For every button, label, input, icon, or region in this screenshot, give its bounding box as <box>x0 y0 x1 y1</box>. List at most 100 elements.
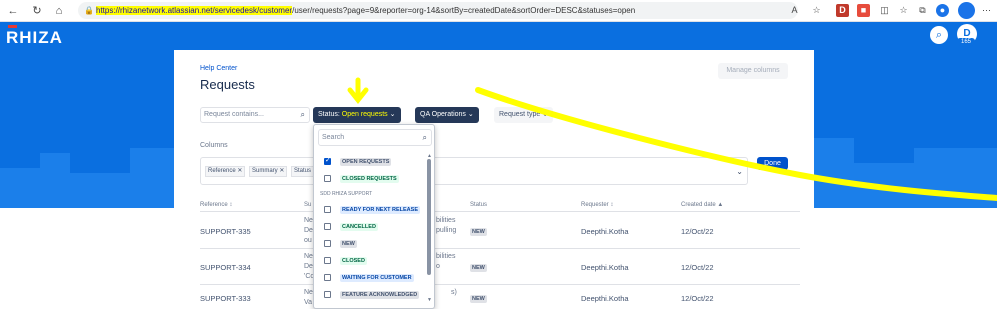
columns-label: Columns <box>200 142 228 149</box>
column-header-created[interactable]: Created date ▲ <box>681 202 723 208</box>
chevron-down-icon[interactable]: ⌄ <box>736 167 743 176</box>
search-icon: ⌕ <box>422 133 427 142</box>
request-search-input[interactable]: Request contains... ⌕ <box>200 107 310 123</box>
status-option[interactable]: OPEN REQUESTS <box>322 156 430 168</box>
page-title: Requests <box>200 77 255 92</box>
row-created: 12/Oct/22 <box>681 227 714 236</box>
banner-skyline <box>70 173 130 208</box>
favorites-icon[interactable]: ☆ <box>897 4 910 17</box>
home-icon[interactable]: ⌂ <box>52 4 66 18</box>
chevron-down-icon: ⌄ <box>542 111 549 118</box>
address-bar[interactable]: 🔒 https://rhizanetwork.atlassian.net/ser… <box>78 2 798 19</box>
column-tag[interactable]: Summary ✕ <box>249 166 288 177</box>
search-icon[interactable]: ⌕ <box>930 26 948 44</box>
extension-d-icon[interactable]: D <box>836 4 849 17</box>
requests-card: Help Center Requests Manage columns Requ… <box>174 50 814 309</box>
row-reference[interactable]: SUPPORT-334 <box>200 263 251 272</box>
row-summary-tail: bilities o <box>436 253 456 270</box>
more-menu-icon[interactable]: ⋯ <box>980 4 993 17</box>
row-requester: Deepthi.Kotha <box>581 227 629 236</box>
status-option[interactable]: WAITING FOR CUSTOMER <box>322 272 430 284</box>
chevron-down-icon: ⌄ <box>467 111 474 118</box>
back-icon[interactable]: ← <box>6 4 20 18</box>
column-tag[interactable]: Reference ✕ <box>205 166 246 177</box>
status-lozenge: FEATURE ACKNOWLEDGED <box>340 291 420 299</box>
checkbox[interactable] <box>324 206 331 213</box>
status-lozenge: OPEN REQUESTS <box>340 158 392 166</box>
status-dropdown: Search ⌕ SDD RHIZA SUPPORT ▲ ▼ OPEN REQU… <box>313 124 435 309</box>
favorite-star-icon[interactable]: ☆ <box>810 4 823 17</box>
status-search-input[interactable]: Search ⌕ <box>318 129 432 146</box>
status-badge: NEW <box>470 264 487 272</box>
status-badge: NEW <box>470 228 487 236</box>
status-lozenge: CLOSED <box>340 257 367 265</box>
checkbox[interactable] <box>324 156 331 165</box>
qa-operations-button[interactable]: QA Operations ⌄ <box>415 107 479 123</box>
status-option[interactable]: CLOSED REQUESTS <box>322 173 430 185</box>
status-option[interactable]: READY FOR NEXT RELEASE <box>322 204 430 216</box>
column-tag[interactable]: Status <box>291 166 315 177</box>
table-divider <box>200 284 800 285</box>
column-header-summary[interactable]: Su <box>304 202 311 208</box>
checkbox[interactable] <box>324 257 331 264</box>
status-lozenge: WAITING FOR CUSTOMER <box>340 274 414 282</box>
checkbox[interactable] <box>324 291 331 298</box>
row-requester: Deepthi.Kotha <box>581 294 629 303</box>
done-button[interactable]: Done <box>757 157 788 170</box>
group-label: SDD RHIZA SUPPORT <box>320 191 373 197</box>
checkbox[interactable] <box>324 240 331 247</box>
status-option[interactable]: CLOSED <box>322 255 430 267</box>
browser-avatar[interactable] <box>958 2 975 19</box>
row-summary[interactable]: Ne De ou <box>304 216 313 246</box>
table-divider <box>200 248 800 249</box>
banner-skyline <box>854 163 914 208</box>
notification-count: 165 <box>957 38 975 46</box>
columns-select[interactable]: Reference ✕ Summary ✕ Status ⌄ <box>200 157 748 185</box>
reload-icon[interactable]: ↻ <box>30 4 44 18</box>
column-header-requester[interactable]: Requester ↕ <box>581 202 613 208</box>
status-badge: NEW <box>470 295 487 303</box>
manage-columns-button[interactable]: Manage columns <box>718 63 788 79</box>
breadcrumb-help-center[interactable]: Help Center <box>200 65 237 72</box>
url-highlighted: https://rhizanetwork.atlassian.net/servi… <box>96 6 293 15</box>
row-summary-tail: s) <box>451 289 457 296</box>
row-created: 12/Oct/22 <box>681 263 714 272</box>
profile-sync-icon[interactable]: ● <box>936 4 949 17</box>
banner-skyline <box>914 148 997 208</box>
row-reference[interactable]: SUPPORT-333 <box>200 294 251 303</box>
request-type-button[interactable]: Request type ⌄ <box>494 107 554 123</box>
banner-skyline <box>0 168 40 208</box>
status-option[interactable]: CANCELLED <box>322 221 430 233</box>
split-screen-icon[interactable]: ◫ <box>878 4 891 17</box>
checkbox[interactable] <box>324 175 331 182</box>
chevron-down-icon: ⌄ <box>389 111 396 118</box>
row-reference[interactable]: SUPPORT-335 <box>200 227 251 236</box>
collections-icon[interactable]: ⧉ <box>916 4 929 17</box>
banner-skyline <box>814 138 854 208</box>
checkbox[interactable] <box>324 223 331 230</box>
search-icon: ⌕ <box>300 110 305 119</box>
status-lozenge: NEW <box>340 240 357 248</box>
status-lozenge: CANCELLED <box>340 223 378 231</box>
status-option[interactable]: NEW <box>322 238 430 250</box>
row-created: 12/Oct/22 <box>681 294 714 303</box>
logo-accent <box>8 25 17 28</box>
rhiza-logo[interactable]: RHIZA <box>6 25 63 48</box>
row-requester: Deepthi.Kotha <box>581 263 629 272</box>
status-filter-button[interactable]: Status: Open requests ⌄ <box>313 107 401 123</box>
read-aloud-icon[interactable]: A <box>788 4 801 17</box>
banner-skyline <box>130 148 174 208</box>
extension-red-icon[interactable]: ■ <box>857 4 870 17</box>
status-lozenge: CLOSED REQUESTS <box>340 175 399 183</box>
status-option[interactable]: FEATURE ACKNOWLEDGED <box>322 289 430 301</box>
row-summary[interactable]: Ne Va <box>304 288 313 308</box>
table-divider <box>200 211 800 212</box>
status-lozenge: READY FOR NEXT RELEASE <box>340 206 420 214</box>
row-summary-tail: bilities pulling <box>436 217 457 234</box>
column-header-reference[interactable]: Reference ↕ <box>200 202 232 208</box>
checkbox[interactable] <box>324 274 331 281</box>
banner-skyline <box>40 153 70 208</box>
browser-toolbar: ← ↻ ⌂ 🔒 https://rhizanetwork.atlassian.n… <box>0 0 997 22</box>
url-rest: /user/requests?page=9&reporter=org-14&so… <box>292 6 636 15</box>
column-header-status: Status <box>470 202 488 208</box>
